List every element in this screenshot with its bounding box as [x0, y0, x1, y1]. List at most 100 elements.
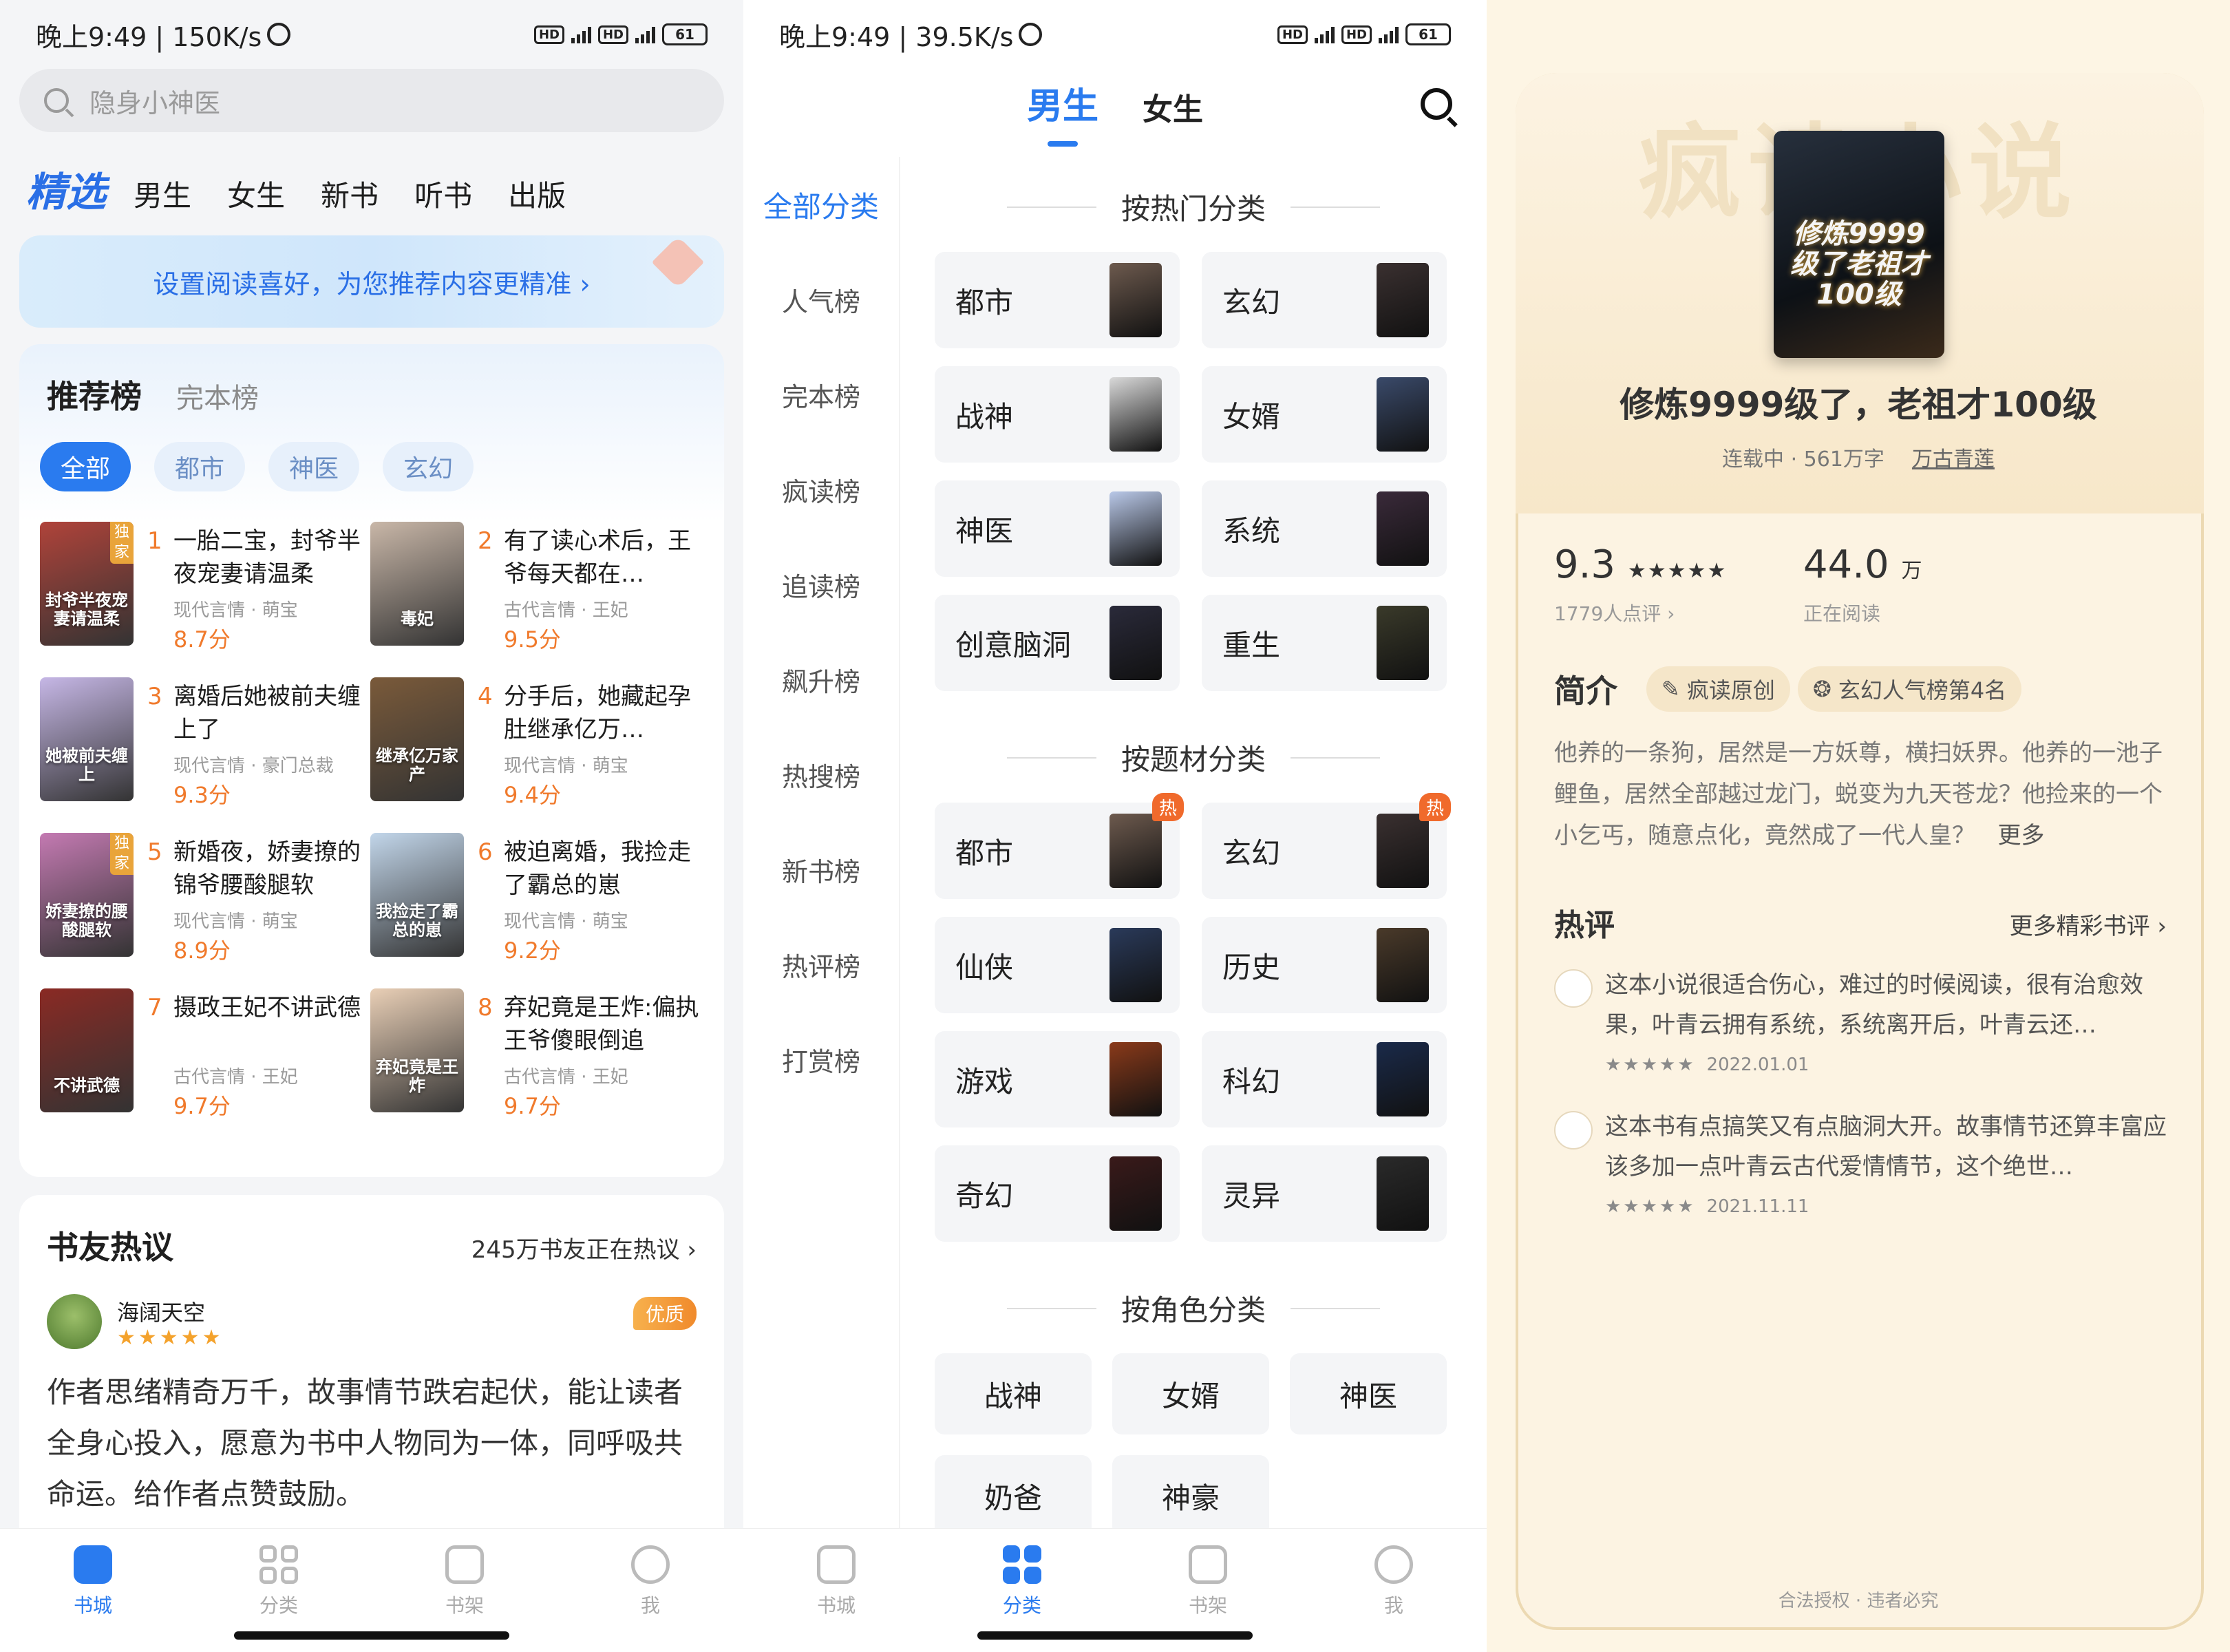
discussion-text[interactable]: 作者思绪精奇万千，故事情节跌宕起伏，能让读者全身心投入，愿意为书中人物同为一体，…	[47, 1367, 701, 1520]
category-item[interactable]: 都市 热	[935, 793, 1184, 899]
category-item[interactable]: 灵异	[1202, 1145, 1447, 1242]
search-icon[interactable]	[1421, 88, 1452, 120]
more-reviews-link[interactable]: 更多精彩书评 ›	[2010, 907, 2167, 941]
category-item[interactable]: 游戏	[935, 1031, 1180, 1127]
nav-featured[interactable]: 精选	[26, 160, 106, 218]
book-item[interactable]: 毒妃 2 有了读心术后，王爷每天都在… 古代言情 · 王妃 9.5分	[370, 522, 708, 659]
category-item[interactable]: 奇幻	[935, 1145, 1180, 1242]
category-item[interactable]: 历史	[1202, 917, 1447, 1013]
category-item[interactable]: 玄幻	[1202, 252, 1447, 348]
book-cover[interactable]: 娇妻撩的腰酸腿软 独家	[40, 833, 134, 957]
category-item[interactable]: 女婿	[1202, 366, 1447, 463]
avatar[interactable]	[47, 1294, 102, 1349]
score-stars: ★★★★★	[1627, 559, 1728, 583]
status-time: 晚上9:49 | 39.5K/s	[779, 21, 1014, 52]
book-item[interactable]: 继承亿万家产 4 分手后，她藏起孕肚继承亿万… 现代言情 · 萌宝 9.4分	[370, 677, 708, 815]
book-cover[interactable]: 毒妃	[370, 522, 464, 646]
role-item[interactable]: 战神	[935, 1353, 1092, 1434]
sidebar-item[interactable]: 热评榜	[743, 917, 899, 1012]
sidebar-item[interactable]: 疯读榜	[743, 442, 899, 537]
chip-doctor[interactable]: 神医	[268, 442, 360, 491]
intro-more-link[interactable]: 更多	[1997, 822, 2044, 849]
sidebar-item[interactable]: 新书榜	[743, 822, 899, 917]
review-count-link[interactable]: 1779人点评 ›	[1554, 599, 1675, 626]
role-item[interactable]: 女婿	[1112, 1353, 1269, 1434]
badge-label: 疯读原创	[1686, 677, 1775, 703]
shelf-icon	[1189, 1545, 1227, 1584]
role-item[interactable]: 神豪	[1112, 1455, 1269, 1536]
category-item[interactable]: 都市	[935, 252, 1180, 348]
category-item[interactable]: 系统	[1202, 480, 1447, 577]
tab-me[interactable]: 我	[558, 1529, 743, 1652]
section-role-title: 按角色分类	[900, 1287, 1487, 1329]
nav-audio[interactable]: 听书	[414, 173, 472, 215]
category-item[interactable]: 重生	[1202, 595, 1447, 691]
book-cover[interactable]: 不讲武德	[40, 988, 134, 1112]
book-cover[interactable]: 修炼9999级了老祖才100级	[1774, 131, 1944, 358]
book-item[interactable]: 封爷半夜宠妻请温柔 独家 1 一胎二宝，封爷半夜宠妻请温柔 现代言情 · 萌宝 8.7分	[40, 522, 377, 659]
chip-all[interactable]: 全部	[40, 442, 131, 491]
book-genre: 现代言情 · 萌宝	[173, 600, 298, 621]
category-item[interactable]: 创意脑洞	[935, 595, 1180, 691]
book-item[interactable]: 娇妻撩的腰酸腿软 独家 5 新婚夜，娇妻撩的锦爷腰酸腿软 现代言情 · 萌宝 8.9分	[40, 833, 377, 971]
sidebar-item[interactable]: 追读榜	[743, 537, 899, 632]
tab-finished[interactable]: 完本榜	[176, 376, 259, 416]
preference-banner[interactable]: 设置阅读喜好，为您推荐内容更精准 ›	[19, 235, 724, 328]
nav-male[interactable]: 男生	[134, 173, 191, 215]
tab-bookstore[interactable]: 书城	[743, 1529, 929, 1652]
review-text[interactable]: 这本小说很适合伤心，难过的时候阅读，很有治愈效果，叶青云拥有系统，系统离开后，叶…	[1605, 965, 2176, 1045]
book-item[interactable]: 她被前夫缠上 3 离婚后她被前夫缠上了 现代言情 · 豪门总裁 9.3分	[40, 677, 377, 815]
cover-title: 修炼9999级了老祖才100级	[1790, 218, 1928, 310]
category-label: 历史	[1222, 950, 1281, 984]
category-item[interactable]: 仙侠	[935, 917, 1180, 1013]
book-item[interactable]: 不讲武德 7 摄政王妃不讲武德 古代言情 · 王妃 9.7分	[40, 988, 377, 1126]
review-stars: ★★★★★	[1605, 1196, 1696, 1217]
nav-female[interactable]: 女生	[227, 173, 285, 215]
category-item[interactable]: 玄幻 热	[1202, 793, 1451, 899]
category-item[interactable]: 科幻	[1202, 1031, 1447, 1127]
nav-publish[interactable]: 出版	[508, 173, 566, 215]
discussion-title: 书友热议	[47, 1229, 173, 1266]
category-item[interactable]: 神医	[935, 480, 1180, 577]
role-item[interactable]: 神医	[1290, 1353, 1447, 1434]
sidebar-item[interactable]: 人气榜	[743, 252, 899, 347]
category-label: 玄幻	[1222, 836, 1281, 870]
sidebar-item[interactable]: 飙升榜	[743, 632, 899, 727]
book-cover[interactable]: 继承亿万家产	[370, 677, 464, 801]
sidebar-item[interactable]: 全部分类	[743, 157, 899, 252]
category-cover	[1377, 377, 1429, 452]
book-item[interactable]: 弃妃竟是王炸 8 弃妃竟是王炸:偏执王爷傻眼倒追 古代言情 · 王妃 9.7分	[370, 988, 708, 1126]
home-indicator	[977, 1631, 1253, 1640]
sidebar-item[interactable]: 热搜榜	[743, 727, 899, 822]
avatar[interactable]	[1554, 969, 1593, 1008]
badge-label: 玄幻人气榜第4名	[1838, 677, 2007, 703]
category-item[interactable]: 战神	[935, 366, 1180, 463]
book-cover[interactable]: 弃妃竟是王炸	[370, 988, 464, 1112]
status-icons: HD HD 61	[533, 23, 708, 45]
chip-fantasy[interactable]: 玄幻	[383, 442, 474, 491]
discussion-count-link[interactable]: 245万书友正在热议 ›	[471, 1231, 697, 1264]
sidebar-item[interactable]: 打赏榜	[743, 1012, 899, 1107]
intro-body: 他养的一条狗，居然是一方妖尊，横扫妖界。他养的一池子鲤鱼，居然全部越过龙门，蜕变…	[1554, 739, 2163, 849]
review-text[interactable]: 这本书有点搞笑又有点脑洞大开。故事情节还算丰富应该多加一点叶青云古代爱情情节，这…	[1605, 1107, 2176, 1187]
tab-male[interactable]: 男生	[1027, 77, 1098, 147]
intro-text[interactable]: 他养的一条狗，居然是一方妖尊，横扫妖界。他养的一池子鲤鱼，居然全部越过龙门，蜕变…	[1554, 732, 2174, 856]
book-cover[interactable]: 封爷半夜宠妻请温柔 独家	[40, 522, 134, 646]
tab-recommend[interactable]: 推荐榜	[47, 372, 142, 417]
avatar[interactable]	[1554, 1111, 1593, 1150]
book-item[interactable]: 我捡走了霸总的崽 6 被迫离婚，我捡走了霸总的崽 现代言情 · 萌宝 9.2分	[370, 833, 708, 971]
book-cover[interactable]: 她被前夫缠上	[40, 677, 134, 801]
chip-city[interactable]: 都市	[154, 442, 246, 491]
book-cover[interactable]: 我捡走了霸总的崽	[370, 833, 464, 957]
sidebar-item[interactable]: 完本榜	[743, 347, 899, 442]
tab-me[interactable]: 我	[1301, 1529, 1487, 1652]
search-input[interactable]: 隐身小神医	[19, 69, 724, 132]
book-score: 9.3分	[173, 782, 231, 808]
original-badge[interactable]: ✎ 疯读原创	[1646, 666, 1790, 712]
author-link[interactable]: 万古青莲	[1912, 447, 1995, 472]
tab-bookstore[interactable]: 书城	[0, 1529, 186, 1652]
nav-new[interactable]: 新书	[321, 173, 379, 215]
rank-badge[interactable]: ❂ 玄幻人气榜第4名	[1798, 666, 2022, 712]
role-item[interactable]: 奶爸	[935, 1455, 1092, 1536]
tab-female[interactable]: 女生	[1143, 85, 1203, 129]
